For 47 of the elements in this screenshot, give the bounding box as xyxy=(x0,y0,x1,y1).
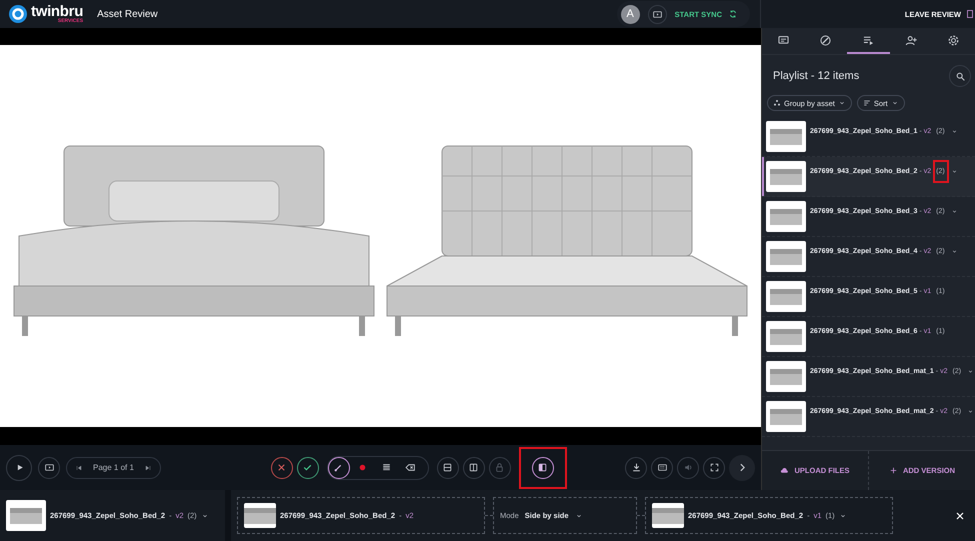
cloud-upload-icon xyxy=(780,466,790,475)
screen-share-button[interactable] xyxy=(648,4,667,24)
playlist-title: Playlist - 12 items xyxy=(773,70,860,82)
add-user-icon xyxy=(904,34,918,46)
nodes-icon xyxy=(773,99,781,107)
fullscreen-icon xyxy=(708,462,720,473)
close-icon xyxy=(276,462,288,473)
sync-icon xyxy=(728,9,738,19)
check-icon xyxy=(302,462,314,473)
search-button[interactable] xyxy=(949,65,971,87)
last-page-icon xyxy=(144,464,152,472)
playlist-icon xyxy=(862,34,875,46)
volume-icon xyxy=(682,462,694,473)
sort-icon xyxy=(862,99,871,107)
close-icon xyxy=(954,510,966,522)
first-page-icon xyxy=(75,464,83,472)
page-title: Asset Review xyxy=(97,8,158,20)
avatar: A xyxy=(620,4,640,24)
fullscreen-button[interactable] xyxy=(703,456,725,478)
page-label: Page 1 of 1 xyxy=(93,463,134,472)
logo-wordmark: twinbru xyxy=(31,4,84,19)
erase-icon xyxy=(405,462,416,473)
lines-icon xyxy=(381,462,392,473)
keyboard-button[interactable] xyxy=(651,456,673,478)
reject-button[interactable] xyxy=(270,456,293,478)
chevron-icon xyxy=(838,99,846,107)
split-horizontal-button[interactable] xyxy=(436,456,459,478)
screen-icon xyxy=(44,462,54,473)
download-button[interactable] xyxy=(625,456,647,478)
split-icon xyxy=(442,462,454,473)
keyboard-icon xyxy=(656,462,668,473)
search-icon xyxy=(954,70,966,82)
lock-icon xyxy=(494,462,506,473)
chevron-icon xyxy=(890,99,899,107)
logo-icon xyxy=(8,4,28,24)
screen-button[interactable] xyxy=(38,456,60,478)
settings-icon xyxy=(947,34,960,46)
download-icon xyxy=(630,462,642,473)
comment-icon xyxy=(776,34,790,46)
splitv-icon xyxy=(468,462,480,473)
screen-icon xyxy=(652,8,663,20)
compare-icon xyxy=(537,462,548,473)
split-vertical-button[interactable] xyxy=(462,456,485,478)
approve-button[interactable] xyxy=(296,456,319,478)
brush-button[interactable] xyxy=(328,456,350,478)
plus-icon xyxy=(888,466,898,475)
compare-button[interactable] xyxy=(532,456,554,478)
